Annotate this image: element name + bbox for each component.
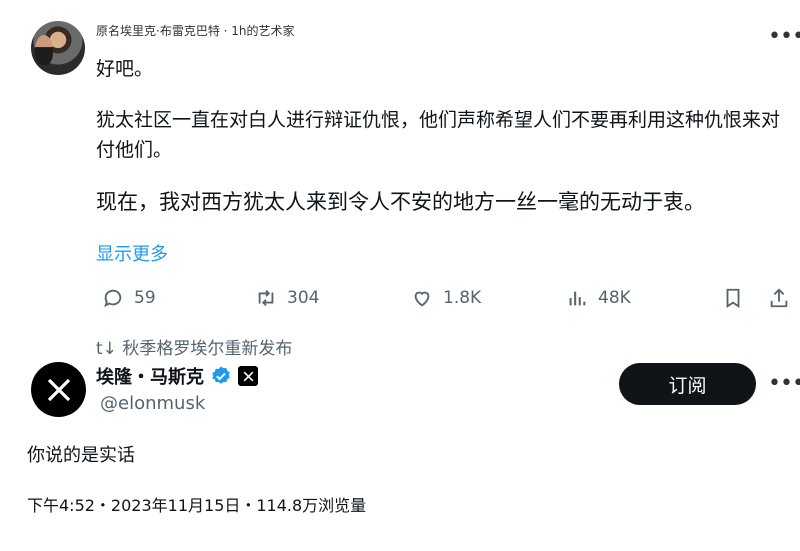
repost-notice[interactable]: t↓ 秋季格罗埃尔重新发布 [96,334,292,359]
quoted-post-paragraph-3: 现在，我对西方犹太人来到令人不安的地方一丝一毫的无动于衷。 [96,190,705,214]
author-display-name[interactable]: 埃隆・马斯克 [96,363,204,389]
affiliate-x-badge-icon [238,366,258,386]
like-icon [414,291,430,307]
quoted-post-paragraph-2: 犹太社区一直在对白人进行辩证仇恨，他们声称希望人们不要再利用这种仇恨来对付他们。 [96,109,781,161]
repost-count: 304 [287,288,320,308]
show-more-link[interactable]: 显示更多 [96,240,168,266]
post-text: 你说的是实话 [27,445,135,466]
reply-count: 59 [134,288,156,308]
subscribe-button[interactable]: 订阅 [619,363,756,405]
author-handle[interactable]: @elonmusk [100,393,205,414]
reply-icon [104,289,122,308]
more-options-icon[interactable]: ••• [768,26,800,48]
share-button[interactable] [768,283,790,313]
author-name-row: 埃隆・马斯克 [96,363,258,389]
like-count: 1.8K [443,288,482,308]
x-logo-icon [47,378,70,401]
author-avatar[interactable] [31,362,86,417]
bookmark-button[interactable] [722,283,744,313]
quoted-author-avatar[interactable] [31,21,85,75]
post-more-options-icon[interactable]: ••• [768,373,800,395]
share-icon [770,288,788,308]
views-count: 48K [598,288,631,308]
post-meta-timestamp-views[interactable]: 下午4:52・2023年11月15日・114.8万浏览量 [27,492,366,516]
verified-badge-icon [212,366,230,384]
bookmark-icon [726,288,740,308]
quoted-post-header: 原名埃里克·布雷克巴特 · 1h的艺术家 [96,24,295,38]
repost-icon [258,290,274,306]
action-bar: 59 304 1.8K 48K [96,283,796,313]
repost-button[interactable]: 304 [255,283,319,313]
reply-button[interactable]: 59 [102,283,156,313]
quoted-post-paragraph-1: 好吧。 [96,58,154,80]
like-button[interactable]: 1.8K [411,283,481,313]
views-icon [569,291,586,306]
views-button[interactable]: 48K [566,283,631,313]
